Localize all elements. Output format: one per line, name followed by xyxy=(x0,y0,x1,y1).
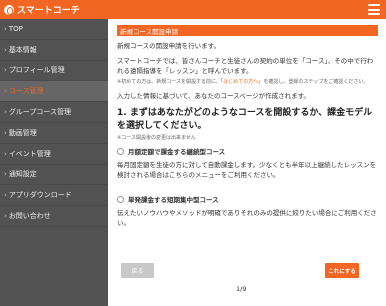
main-content: 新規コース開設申請 新規コースの開設申請を行います。 スマートコーチでは、皆さん… xyxy=(108,19,386,306)
chevron-right-icon: › xyxy=(4,24,7,33)
option-single-payment[interactable]: 単発課金する短期集中型コース xyxy=(117,194,378,204)
sidebar-item-top[interactable]: › TOP xyxy=(0,19,108,40)
sidebar-item-notification[interactable]: › 通知設定 xyxy=(0,165,108,186)
sidebar-item-label: コース管理 xyxy=(8,87,44,96)
sidebar-item-group-course[interactable]: › グループコース管理 xyxy=(0,102,108,123)
intro-text: 新規コースの開設申請を行います。 xyxy=(117,42,221,50)
section-title: 新規コース開設申請 xyxy=(117,25,378,36)
radio-single-payment[interactable] xyxy=(117,195,124,203)
sidebar-item-profile[interactable]: › プロフィール管理 xyxy=(0,61,108,82)
note-text: ※初めての方は、新規コースを開設する前に、「 xyxy=(117,79,224,85)
radio-monthly[interactable] xyxy=(117,147,124,155)
sidebar-item-label: グループコース管理 xyxy=(8,108,72,117)
sidebar-item-label: プロフィール管理 xyxy=(8,66,65,75)
back-button[interactable]: 戻る xyxy=(121,263,154,278)
sidebar-item-label: 動画管理 xyxy=(8,128,37,137)
description-text: 入力した情報に基づいて、あなたのコースページが作成されます。 xyxy=(117,92,310,100)
question-note: ※コース開設後の変更は出来ません xyxy=(117,135,196,141)
chevron-right-icon: › xyxy=(4,87,7,96)
sidebar-item-contact[interactable]: › お問い合わせ xyxy=(0,206,108,227)
sidebar-item-app-download[interactable]: › アプリダウンロード xyxy=(0,185,108,207)
app-header: スマートコーチ xyxy=(0,0,386,19)
option-monthly[interactable]: 月額定額で課金する継続型コース xyxy=(117,146,378,156)
sidebar-item-label: イベント管理 xyxy=(8,149,51,158)
sidebar-item-video[interactable]: › 動画管理 xyxy=(0,123,108,144)
app-title: スマートコーチ xyxy=(17,6,80,16)
sidebar-item-label: TOP xyxy=(8,24,23,33)
beginner-note: ※初めての方は、新規コースを開設する前に、「はじめての方へ」を確認し、登録のステ… xyxy=(117,78,378,86)
chevron-right-icon: › xyxy=(4,108,7,117)
coach-logo-icon xyxy=(4,4,14,15)
sidebar-item-course[interactable]: › コース管理 xyxy=(0,81,108,103)
sidebar-item-event[interactable]: › イベント管理 xyxy=(0,144,108,165)
note-text: 」を確認し、登録のステップをご確認ください。 xyxy=(258,79,369,85)
sidebar: › TOP › 基本情報 › プロフィール管理 › コース管理 › グループコース管理 ›… xyxy=(0,19,108,306)
chevron-right-icon: › xyxy=(4,128,7,137)
chevron-right-icon: › xyxy=(4,212,7,221)
option-description: 伝えたいノウハウやメソッドが明確でありそれのみの提供に絞りたい場合にご利用くださ… xyxy=(117,209,377,227)
sidebar-item-label: お問い合わせ xyxy=(8,212,51,221)
sidebar-item-basic-info[interactable]: › 基本情報 xyxy=(0,40,108,61)
select-this-button[interactable]: これにする xyxy=(325,263,359,278)
option-label: 月額定額で課金する継続型コース xyxy=(128,148,226,156)
description-text: スマートコーチでは、皆さんコーチと生徒さんの契約の単位を「コース」、その中で行わ… xyxy=(117,57,374,75)
hamburger-menu-icon[interactable] xyxy=(368,4,380,15)
beginner-guide-link[interactable]: はじめての方へ xyxy=(223,79,258,85)
question-heading: 1. まずはあなたがどのようなコースを開設するか、課金モデルを選択してください。 xyxy=(117,108,373,131)
chevron-right-icon: › xyxy=(4,45,7,54)
sidebar-item-label: アプリダウンロード xyxy=(8,191,72,200)
app-logo[interactable]: スマートコーチ xyxy=(4,3,80,16)
option-label: 単発課金する短期集中型コース xyxy=(128,196,219,204)
chevron-right-icon: › xyxy=(4,170,7,179)
chevron-right-icon: › xyxy=(4,66,7,75)
sidebar-item-label: 基本情報 xyxy=(8,45,37,54)
chevron-right-icon: › xyxy=(4,191,7,200)
page-indicator: 1/9 xyxy=(236,285,247,293)
chevron-right-icon: › xyxy=(4,149,7,158)
sidebar-item-label: 通知設定 xyxy=(8,170,37,179)
option-description: 毎月固定額を生徒の方に対して自動課金します。少なくとも半年以上継続したレッスンを… xyxy=(117,161,377,179)
